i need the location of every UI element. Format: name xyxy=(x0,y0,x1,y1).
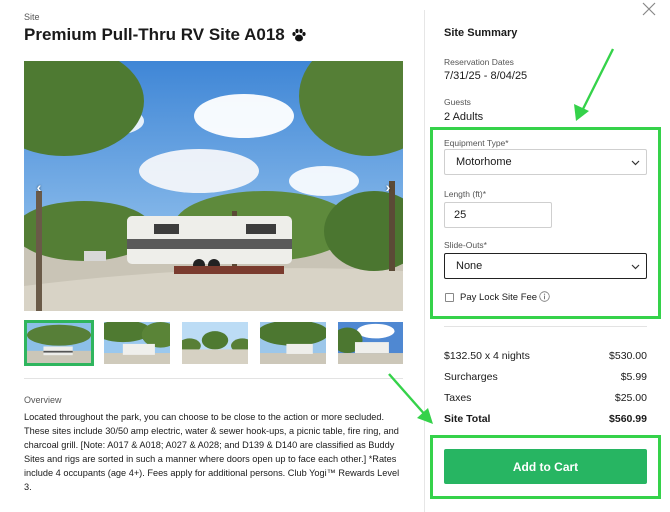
nights-amount: $530.00 xyxy=(609,350,647,362)
reservation-dates-value: 7/31/25 - 8/04/25 xyxy=(444,70,528,82)
column-divider xyxy=(424,10,425,512)
thumbnail-1[interactable] xyxy=(24,320,94,366)
surcharges-amount: $5.99 xyxy=(620,371,647,383)
carousel-next-button[interactable]: › xyxy=(381,179,395,195)
close-button[interactable] xyxy=(641,1,657,17)
length-input[interactable]: 25 xyxy=(444,202,552,228)
site-total-line-item: Site Total $560.99 xyxy=(444,413,647,425)
site-summary-title: Site Summary xyxy=(444,27,518,39)
equipment-type-label: Equipment Type* xyxy=(444,138,509,148)
title-row: Premium Pull-Thru RV Site A018 xyxy=(24,25,307,45)
site-eyebrow: Site xyxy=(24,12,40,22)
surcharges-label: Surcharges xyxy=(444,371,498,383)
close-icon xyxy=(642,2,656,16)
overview-heading: Overview xyxy=(24,395,62,405)
pay-lock-label: Pay Lock Site Fee xyxy=(460,292,538,303)
thumbnail-strip xyxy=(24,320,403,366)
chevron-right-icon: › xyxy=(385,179,391,195)
info-icon[interactable] xyxy=(539,291,550,302)
divider xyxy=(24,378,403,379)
slide-outs-select[interactable]: None xyxy=(444,253,647,279)
site-total-amount: $560.99 xyxy=(609,413,647,425)
thumbnail-4[interactable] xyxy=(258,320,328,366)
divider xyxy=(444,326,647,327)
taxes-label: Taxes xyxy=(444,392,472,404)
thumbnail-3[interactable] xyxy=(180,320,250,366)
add-to-cart-button[interactable]: Add to Cart xyxy=(444,449,647,484)
site-total-label: Site Total xyxy=(444,413,491,425)
taxes-amount: $25.00 xyxy=(614,392,647,404)
equipment-type-value: Motorhome xyxy=(456,156,512,168)
thumbnail-2[interactable] xyxy=(102,320,172,366)
taxes-line-item: Taxes $25.00 xyxy=(444,392,647,404)
reservation-dates-label: Reservation Dates xyxy=(444,57,514,67)
slide-outs-value: None xyxy=(456,260,483,272)
carousel-prev-button[interactable]: ‹ xyxy=(32,179,46,195)
equipment-type-select[interactable]: Motorhome xyxy=(444,149,647,175)
length-value: 25 xyxy=(454,209,467,221)
pay-lock-checkbox[interactable] xyxy=(445,293,454,302)
site-details-panel: Site Premium Pull-Thru RV Site A018 ‹ › … xyxy=(0,0,424,512)
slide-outs-label: Slide-Outs* xyxy=(444,240,487,250)
length-label: Length (ft)* xyxy=(444,189,487,199)
surcharges-line-item: Surcharges $5.99 xyxy=(444,371,647,383)
arrow-down-left-icon xyxy=(574,48,615,121)
nights-line-item: $132.50 x 4 nights $530.00 xyxy=(444,350,647,362)
site-photo: ‹ › xyxy=(24,61,403,311)
paw-print-icon xyxy=(291,27,307,43)
guests-value: 2 Adults xyxy=(444,111,484,123)
chevron-left-icon: ‹ xyxy=(36,179,42,195)
nights-label: $132.50 x 4 nights xyxy=(444,350,530,362)
thumbnail-5[interactable] xyxy=(336,320,403,366)
chevron-down-icon xyxy=(631,264,640,270)
guests-label: Guests xyxy=(444,97,471,107)
page-title: Premium Pull-Thru RV Site A018 xyxy=(24,25,285,44)
overview-description: Located throughout the park, you can cho… xyxy=(24,412,400,492)
chevron-down-icon xyxy=(631,160,640,166)
